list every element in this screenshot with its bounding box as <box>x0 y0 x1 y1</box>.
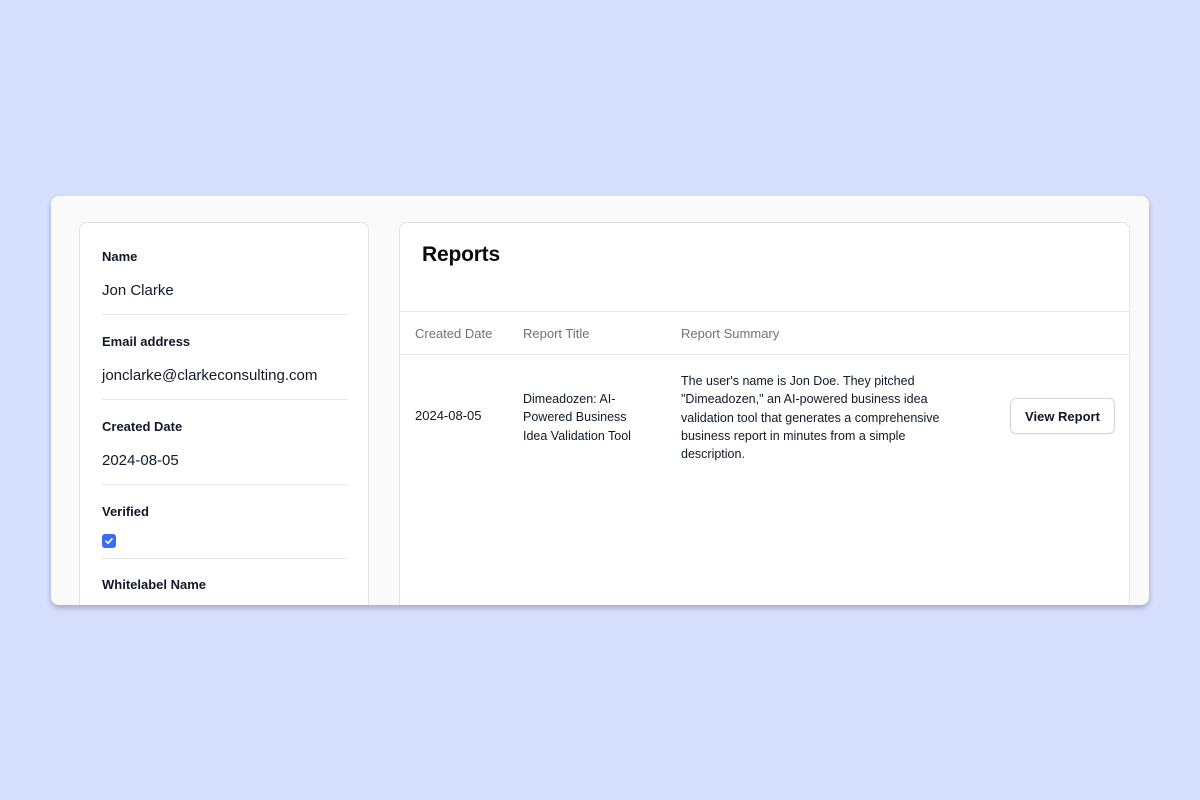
reports-table-header: Created Date Report Title Report Summary <box>400 311 1129 355</box>
name-value: Jon Clarke <box>102 282 174 299</box>
verified-label: Verified <box>102 504 149 519</box>
verified-checkbox[interactable] <box>102 534 116 548</box>
created-date-value: 2024-08-05 <box>102 452 179 469</box>
app-window: Name Jon Clarke Email address jonclarke@… <box>51 196 1149 605</box>
view-report-button[interactable]: View Report <box>1010 398 1115 434</box>
whitelabel-label: Whitelabel Name <box>102 577 207 592</box>
divider <box>102 558 348 559</box>
whitelabel-field: Whitelabel Name <box>102 577 348 597</box>
divider <box>102 399 348 400</box>
email-value: jonclarke@clarkeconsulting.com <box>102 367 318 384</box>
row-report-summary: The user's name is Jon Doe. They pitched… <box>681 374 940 462</box>
divider <box>102 484 348 485</box>
column-header-report-title: Report Title <box>523 326 590 341</box>
row-created-date: 2024-08-05 <box>415 408 482 423</box>
profile-card: Name Jon Clarke Email address jonclarke@… <box>79 222 369 605</box>
column-header-created-date: Created Date <box>415 326 493 341</box>
created-date-field: Created Date 2024-08-05 <box>102 419 348 479</box>
name-field: Name Jon Clarke <box>102 249 348 309</box>
column-header-report-summary: Report Summary <box>681 326 780 341</box>
row-report-title: Dimeadozen: AI-Powered Business Idea Val… <box>523 392 631 443</box>
created-date-label: Created Date <box>102 419 183 434</box>
reports-card: Reports Created Date Report Title Report… <box>399 222 1130 605</box>
reports-title: Reports <box>422 243 500 266</box>
email-label: Email address <box>102 334 191 349</box>
divider <box>102 314 348 315</box>
verified-field: Verified <box>102 504 348 524</box>
name-label: Name <box>102 249 138 264</box>
check-icon <box>105 538 113 544</box>
email-field: Email address jonclarke@clarkeconsulting… <box>102 334 348 394</box>
